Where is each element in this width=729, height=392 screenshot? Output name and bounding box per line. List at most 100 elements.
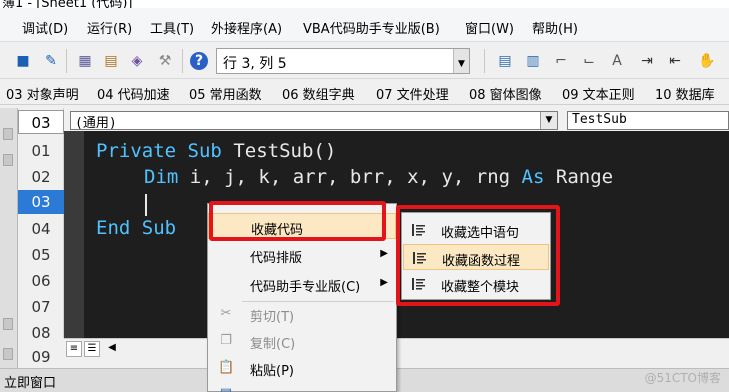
complete-word-icon[interactable]: A [608, 52, 626, 70]
menu-item-label: 代码助手专业版(C) [250, 280, 361, 295]
current-line-box: 03 [18, 110, 64, 134]
pane-handle [3, 154, 13, 166]
line-number: 05 [31, 246, 51, 264]
outdent-icon[interactable]: ⇤ [666, 52, 684, 70]
properties-icon[interactable]: ▤ [102, 52, 120, 70]
help-icon[interactable]: ? [190, 52, 208, 70]
menu-debug[interactable]: 调试(D) [22, 18, 68, 37]
favorite-submenu: 收藏选中语句 收藏函数过程 收藏整个模块 [401, 212, 551, 300]
menu-vba-helper[interactable]: VBA代码助手专业版(B) [303, 18, 440, 37]
line-number: 07 [31, 298, 51, 316]
submenu-item-favorite-procedure[interactable]: 收藏函数过程 [403, 244, 549, 270]
object-dropdown[interactable]: (通用) ▼ [70, 111, 558, 131]
addin-menu-common-functions[interactable]: 05 常用函数 [189, 84, 262, 103]
keyword: As [521, 166, 545, 188]
menu-item-label: 复制(C) [250, 337, 296, 352]
immediate-window-label: 立即窗口 [4, 376, 57, 391]
line-number: 09 [31, 348, 51, 366]
quick-info-icon[interactable]: ⌐ [552, 52, 570, 70]
addin-menu-file-handling[interactable]: 07 文件处理 [376, 84, 449, 103]
addin-menu-array-dict[interactable]: 06 数组字典 [282, 84, 355, 103]
keyword: End Sub [96, 217, 177, 239]
object-dropdown-value: (通用) [75, 116, 117, 131]
addin-toolbar: 03 对象声明 04 代码加速 05 常用函数 06 数组字典 07 文件处理 … [0, 79, 729, 105]
addin-menu-object-declare[interactable]: 03 对象声明 [6, 84, 79, 103]
toolbar-options-icon[interactable]: ▼ [453, 49, 469, 73]
submenu-item-label: 收藏函数过程 [442, 254, 521, 269]
object-browser-icon[interactable]: ◈ [128, 52, 146, 70]
addin-menu-code-accelerate[interactable]: 04 代码加速 [97, 84, 170, 103]
line-number: 06 [31, 272, 51, 290]
list-constants-icon[interactable]: ▥ [524, 52, 542, 70]
type-name: Range [555, 166, 614, 188]
toolbar-separator [182, 49, 183, 73]
project-explorer-icon[interactable]: ▦ [76, 52, 94, 70]
line-number-active: 03 [18, 190, 64, 214]
submenu-item-label: 收藏整个模块 [441, 280, 520, 295]
paste-icon: 📋 [218, 360, 235, 375]
list-icon: ▤ [218, 386, 234, 392]
title-bar: 簿1 - [Sheet1 (代码)] [0, 0, 729, 8]
code-line-4: End Sub [96, 217, 176, 239]
menu-item-label: 代码排版 [250, 251, 303, 266]
toolbox-icon[interactable]: ⚒ [156, 52, 174, 70]
keyword: Private [96, 140, 177, 162]
list-properties-icon[interactable]: ▤ [496, 52, 514, 70]
indent-lines-icon [412, 224, 425, 236]
procedure-dropdown[interactable]: TestSub [567, 111, 729, 130]
editor-gutter[interactable] [64, 131, 84, 338]
keyword: Dim [144, 166, 179, 188]
indent-icon[interactable]: ⇥ [638, 52, 656, 70]
toolbar-separator [484, 49, 485, 73]
menu-item-copy[interactable]: ❐ 复制(C) [208, 328, 396, 354]
window-title: 簿1 - [Sheet1 (代码)] [2, 0, 133, 8]
menu-help[interactable]: 帮助(H) [532, 18, 578, 37]
menu-tools[interactable]: 工具(T) [150, 18, 194, 37]
procedure-dropdown-value: TestSub [572, 112, 627, 127]
copy-icon: ❐ [220, 333, 232, 348]
menu-window[interactable]: 窗口(W) [465, 18, 514, 37]
toggle-breakpoint-icon[interactable]: ✋ [698, 52, 716, 70]
keyword: Sub [187, 140, 222, 162]
submenu-item-label: 收藏选中语句 [441, 226, 520, 241]
pane-handle [3, 318, 13, 330]
scroll-left-icon[interactable]: ◀ [104, 341, 120, 357]
addin-menu-database[interactable]: 10 数据库 [655, 84, 715, 103]
menu-item-code-format[interactable]: 代码排版 ▶ [208, 242, 396, 268]
procedure-view-icon[interactable]: ≡ [66, 341, 82, 357]
line-number: 08 [31, 324, 51, 342]
procedure-name: TestSub() [233, 140, 337, 162]
full-module-view-icon[interactable]: ☰ [84, 341, 100, 357]
menu-addins[interactable]: 外接程序(A) [211, 18, 282, 37]
line-number: 01 [31, 142, 51, 160]
submenu-arrow-icon: ▶ [380, 248, 388, 259]
menu-run[interactable]: 运行(R) [87, 18, 132, 37]
cursor-position-text: 行 3, 列 5 [223, 56, 287, 72]
addin-menu-text-regex[interactable]: 09 文本正则 [562, 84, 635, 103]
project-pane-edge [0, 108, 18, 368]
design-mode-icon[interactable]: ✎ [42, 52, 60, 70]
scissors-icon: ✂ [220, 306, 232, 321]
menu-item-cut[interactable]: ✂ 剪切(T) [208, 301, 396, 327]
toolbar-separator [66, 49, 67, 73]
menu-item-paste[interactable]: 📋 粘贴(P) [208, 355, 396, 381]
menu-item-label: 剪切(T) [250, 310, 295, 325]
menu-item-list[interactable]: ▤ [208, 381, 396, 392]
menu-item-favorite-code[interactable]: 收藏代码 [208, 213, 396, 239]
standard-toolbar: ■ ✎ ▦ ▤ ◈ ⚒ ? 行 3, 列 5 ▼ ▤ ▥ ⌐ ⌙ A ⇥ ⇤ ✋ [0, 43, 729, 79]
line-number-column: 03 01 02 03 04 05 06 07 08 09 [18, 108, 64, 366]
line-number: 02 [31, 168, 51, 186]
addin-menu-form-image[interactable]: 08 窗体图像 [469, 84, 542, 103]
indent-lines-icon [413, 252, 426, 264]
parameter-info-icon[interactable]: ⌙ [580, 52, 598, 70]
watermark: @51CTO博客 [644, 371, 721, 385]
menu-item-label: 收藏代码 [251, 223, 304, 238]
submenu-item-favorite-selection[interactable]: 收藏选中语句 [403, 217, 549, 243]
menu-item-code-helper-pro[interactable]: 代码助手专业版(C) ▶ [208, 271, 396, 297]
submenu-item-favorite-module[interactable]: 收藏整个模块 [403, 271, 549, 297]
code-line-1: Private Sub TestSub() [96, 140, 336, 162]
code-line-2: Dim i, j, k, arr, brr, x, y, rng As Rang… [144, 166, 613, 188]
stop-icon[interactable]: ■ [14, 52, 32, 70]
chevron-down-icon[interactable]: ▼ [540, 112, 557, 129]
cursor-position-box: 行 3, 列 5 ▼ [216, 48, 470, 74]
